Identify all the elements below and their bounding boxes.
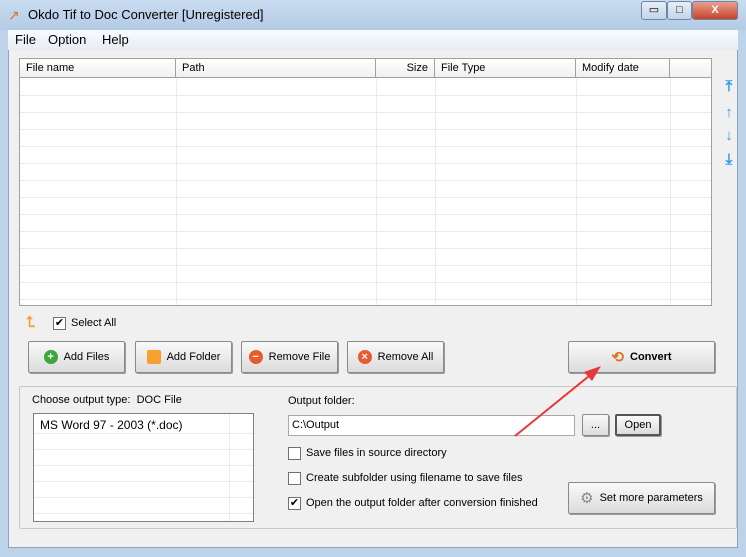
annotation-arrow (514, 366, 601, 437)
